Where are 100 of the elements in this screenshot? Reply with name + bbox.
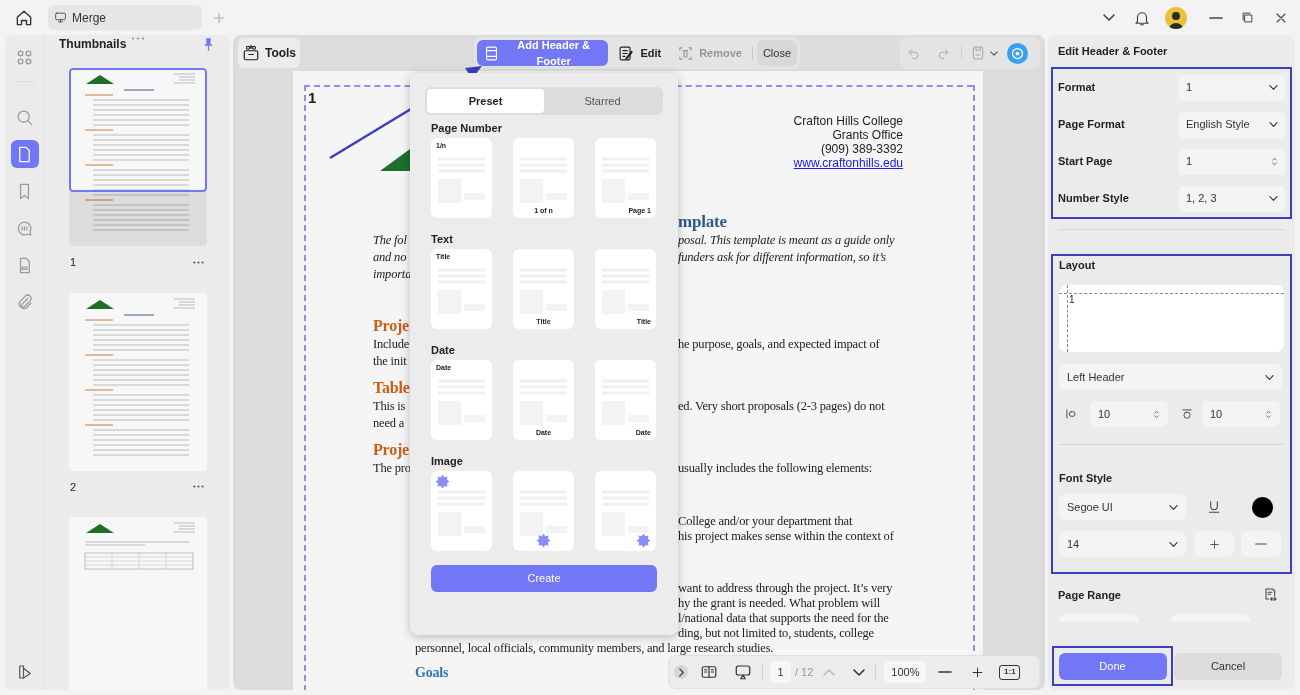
two-page-view-button[interactable]	[700, 663, 718, 681]
website-link[interactable]: www.craftonhills.edu	[793, 156, 903, 170]
minimize-button[interactable]	[1209, 16, 1223, 19]
tools-button[interactable]: Tools	[238, 38, 300, 68]
badge-icon	[435, 474, 450, 489]
next-page-button[interactable]	[853, 668, 866, 676]
underline-button[interactable]	[1206, 499, 1222, 515]
body-line: l/national data that supports the need for the	[678, 610, 889, 628]
body-line: personnel, local officials, community members, and large research studies.	[415, 641, 774, 656]
plus-icon	[970, 664, 986, 680]
stepper-icon	[1269, 155, 1280, 168]
avatar[interactable]	[1165, 6, 1187, 29]
assistant-icon	[1010, 45, 1025, 61]
panel-title: Thumbnails	[59, 36, 127, 53]
section-heading: Table	[373, 379, 410, 396]
zoom-field[interactable]: 100%	[884, 661, 927, 683]
chevron-down-icon	[1269, 196, 1278, 201]
section-title: Font Style	[1059, 471, 1114, 484]
save-options-button[interactable]	[990, 50, 998, 56]
more-icon[interactable]	[193, 260, 204, 264]
present-button[interactable]	[734, 663, 752, 681]
page-thumbnail[interactable]	[69, 68, 207, 246]
dropdown-button[interactable]	[1103, 14, 1115, 21]
position-select[interactable]: Left Header	[1059, 364, 1282, 390]
number-spinner[interactable]: 1	[1178, 148, 1286, 175]
font-size-select[interactable]: 14	[1059, 531, 1186, 557]
minus-icon	[1255, 543, 1267, 545]
chevron-down-icon	[1169, 504, 1178, 510]
section-title: Page Range	[1058, 588, 1121, 603]
presentation-icon	[734, 663, 752, 681]
badge-icon	[536, 533, 551, 548]
decrease-size-button[interactable]	[1241, 531, 1281, 557]
body-line: College and/or your department that	[678, 513, 853, 531]
toolbar-button[interactable]: Edit	[612, 40, 668, 66]
section-heading: Proje	[373, 317, 410, 334]
select-field[interactable]: 1	[1178, 74, 1286, 101]
select-field[interactable]: 1, 2, 3	[1178, 185, 1286, 212]
viewport-frame[interactable]	[69, 68, 207, 192]
intro-line: importa	[373, 267, 412, 282]
section-title: Text	[431, 232, 454, 247]
section-title: Layout	[1059, 258, 1097, 271]
chevron-right-icon	[678, 667, 684, 677]
color-swatch[interactable]	[1252, 496, 1273, 518]
page-number: 1	[69, 255, 77, 270]
font-family-select[interactable]: Segoe UI	[1059, 494, 1186, 520]
header-footer-icon	[483, 44, 500, 62]
chevron-down-icon	[1169, 541, 1178, 547]
toolbar-button[interactable]: Add Header & Footer	[477, 40, 609, 66]
more-icon[interactable]	[193, 485, 204, 489]
chevron-down-icon	[1269, 122, 1278, 127]
address-line: (909) 389-3392	[820, 142, 903, 156]
number-spinner[interactable]: 10	[1090, 401, 1168, 427]
intro-line: The fol	[373, 233, 407, 248]
section-title: Page Number	[431, 121, 503, 136]
drag-handle-icon[interactable]	[131, 37, 145, 40]
minimize-icon	[1209, 16, 1223, 19]
header-page-number: 1	[308, 89, 317, 106]
chevron-down-icon	[1103, 14, 1115, 21]
select-field[interactable]: English Style	[1178, 111, 1286, 138]
badge-icon	[636, 533, 651, 548]
chevron-down-icon	[990, 50, 998, 56]
chevron-up-icon	[823, 668, 836, 676]
body-line: ed. Very short proposals (2-3 pages) do not	[678, 398, 885, 416]
create-button[interactable]: Create	[431, 565, 657, 592]
chevron-down-icon	[1265, 374, 1274, 380]
segment-tab[interactable]: Starred	[544, 89, 661, 113]
address-line: Grants Office	[832, 128, 903, 142]
page-layout-drawing	[520, 490, 567, 537]
section-title: Image	[431, 454, 464, 469]
body-line: The pro	[373, 461, 411, 476]
toolbar-button[interactable]: Close	[756, 40, 797, 66]
document-tab[interactable]: Merge	[48, 5, 202, 30]
zoom-in-button[interactable]	[970, 664, 986, 680]
body-line: want to address through the project. It’s very	[678, 580, 893, 598]
segment-tab[interactable]: Preset	[427, 89, 544, 113]
address-line: Crafton Hills College	[793, 114, 903, 128]
done-button[interactable]: Done	[1058, 652, 1167, 680]
field-label: Number Style	[1058, 191, 1129, 207]
actual-size-button[interactable]: 1:1	[999, 664, 1021, 680]
minus-icon	[938, 671, 953, 673]
intro-line: and no	[373, 250, 407, 265]
page-range-icon	[1262, 587, 1278, 604]
pin-icon[interactable]	[201, 35, 216, 53]
assistant-button[interactable]	[1007, 42, 1028, 64]
number-spinner[interactable]: 10	[1202, 401, 1280, 427]
cancel-button[interactable]: Cancel	[1174, 652, 1282, 680]
page-input[interactable]: 1	[770, 661, 791, 683]
page-thumbnail[interactable]	[69, 517, 207, 690]
body-line: Include	[373, 337, 410, 352]
sidebar-item[interactable]	[10, 140, 39, 168]
expand-button[interactable]	[674, 665, 688, 679]
edit-icon	[618, 44, 636, 62]
top-margin-icon	[1180, 407, 1194, 421]
page-thumbnail[interactable]	[69, 292, 207, 471]
field-label: Page Format	[1058, 117, 1125, 133]
body-line: usually includes the following elements:	[678, 460, 873, 478]
subsection-heading: Goals	[415, 664, 449, 680]
restore-button[interactable]	[1240, 10, 1255, 25]
toolbox-icon	[241, 44, 260, 62]
field-label: Format	[1058, 80, 1096, 96]
